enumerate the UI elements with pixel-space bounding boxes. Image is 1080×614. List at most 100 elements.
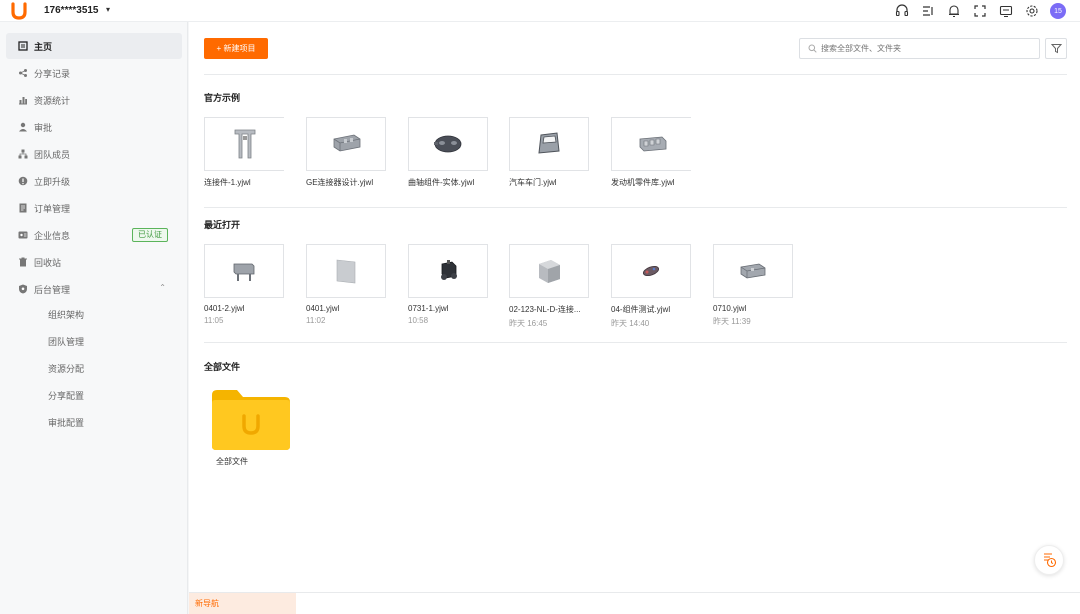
sidebar-item-label: 团队成员 — [34, 149, 71, 160]
file-name: 04-组件测试.yjwl — [611, 305, 671, 314]
file-thumbnail[interactable] — [204, 244, 284, 298]
main-content: + 新建项目 官方示例 连接件-1.yjwl GE连接器设计.yjwl — [189, 22, 1080, 592]
gear-icon[interactable] — [1022, 2, 1042, 20]
sidebar-subitem-org[interactable]: 组织架构 — [48, 308, 84, 321]
bottom-bar: 新导航 — [189, 592, 1080, 614]
part-rail-icon — [740, 263, 766, 279]
file-name: 0401-2.yjwl — [204, 304, 245, 313]
file-card[interactable]: 04-组件测试.yjwl 昨天 14:40 — [611, 244, 691, 329]
search-input[interactable] — [821, 44, 1031, 53]
file-thumbnail[interactable] — [611, 244, 691, 298]
sidebar-item-orders[interactable]: 订单管理 — [6, 195, 182, 221]
file-card[interactable]: 发动机零件库.yjwl — [611, 117, 691, 188]
part-connector-icon — [333, 134, 361, 152]
file-card[interactable]: GE连接器设计.yjwl — [306, 117, 386, 188]
sidebar-item-team[interactable]: 团队成员 — [6, 141, 182, 167]
file-thumbnail[interactable] — [713, 244, 793, 298]
file-thumbnail[interactable] — [204, 117, 284, 171]
fullscreen-icon[interactable] — [970, 2, 990, 20]
divider — [204, 74, 1067, 75]
part-bracket-icon — [234, 129, 255, 159]
file-card[interactable]: 0401-2.yjwl 11:05 — [204, 244, 284, 325]
enterprise-icon — [18, 231, 28, 239]
sidebar-item-label: 订单管理 — [34, 203, 71, 214]
file-card[interactable]: 0731-1.yjwl 10:58 — [408, 244, 488, 325]
new-project-button[interactable]: + 新建项目 — [204, 38, 268, 59]
search-box[interactable] — [799, 38, 1040, 59]
file-name: 02-123-NL-D-连接... — [509, 305, 581, 314]
sidebar-item-home[interactable]: 主页 — [6, 33, 182, 59]
file-name: 0401.yjwl — [306, 304, 340, 313]
part-car-door-icon — [538, 132, 560, 154]
sidebar-item-trash[interactable]: 回收站 — [6, 249, 182, 275]
sidebar-item-label: 回收站 — [34, 257, 62, 268]
file-card[interactable]: 汽车车门.yjwl — [509, 117, 589, 188]
sidebar-item-stats[interactable]: 资源统计 — [6, 87, 182, 113]
file-thumbnail[interactable] — [306, 117, 386, 171]
file-name: 发动机零件库.yjwl — [611, 178, 675, 187]
headset-icon[interactable] — [892, 2, 912, 20]
part-engine-icon — [639, 136, 666, 152]
avatar[interactable]: 15 — [1048, 2, 1068, 20]
part-block-icon — [233, 263, 255, 281]
file-thumbnail[interactable] — [509, 117, 589, 171]
sidebar-item-label: 立即升级 — [34, 176, 71, 187]
sidebar-subitem-share[interactable]: 分享配置 — [48, 389, 84, 402]
file-thumbnail[interactable] — [408, 117, 488, 171]
folder-name: 全部文件 — [216, 457, 248, 466]
history-button[interactable] — [1034, 545, 1064, 575]
screen-icon[interactable] — [996, 2, 1016, 20]
team-icon — [18, 149, 28, 159]
file-thumbnail[interactable] — [408, 244, 488, 298]
sidebar-item-share[interactable]: 分享记录 — [6, 60, 182, 86]
new-navigation-tab[interactable]: 新导航 — [189, 593, 296, 614]
divider — [204, 342, 1067, 343]
bell-icon[interactable] — [944, 2, 964, 20]
sidebar-item-enterprise[interactable]: 企业信息 已认证 — [6, 222, 182, 248]
section-title-examples: 官方示例 — [204, 93, 241, 103]
sidebar-item-label: 分享记录 — [34, 68, 71, 79]
top-icons: 15 — [886, 2, 1068, 20]
sidebar-item-label: 后台管理 — [34, 284, 71, 295]
sidebar-subitem-approval[interactable]: 审批配置 — [48, 416, 84, 429]
order-icon — [19, 203, 27, 213]
status-badge: 已认证 — [132, 228, 168, 242]
trash-icon — [19, 257, 27, 267]
sidebar: 主页 分享记录 资源统计 审批 团队成员 立即升级 订单管理 企业信息 已认证 … — [0, 22, 188, 614]
share-icon — [19, 69, 27, 77]
folder-icon[interactable] — [211, 389, 291, 451]
search-icon — [808, 44, 817, 53]
file-time: 11:05 — [204, 316, 224, 325]
sidebar-item-approval[interactable]: 审批 — [6, 114, 182, 140]
file-card[interactable]: 连接件-1.yjwl — [204, 117, 284, 188]
sidebar-item-admin[interactable]: 后台管理 ⌃ — [6, 276, 182, 302]
file-name: 连接件-1.yjwl — [204, 178, 251, 187]
list-icon[interactable] — [918, 2, 938, 20]
file-card[interactable]: 0710.yjwl 昨天 11:39 — [713, 244, 793, 327]
sidebar-item-label: 资源统计 — [34, 95, 71, 106]
chevron-up-icon[interactable]: ⌃ — [159, 283, 166, 292]
sidebar-item-label: 主页 — [34, 41, 53, 52]
top-bar: 176****3515 ▾ 15 — [0, 0, 1080, 22]
file-thumbnail[interactable] — [306, 244, 386, 298]
admin-icon — [19, 284, 27, 294]
file-card[interactable]: 0401.yjwl 11:02 — [306, 244, 386, 325]
filter-button[interactable] — [1045, 38, 1067, 59]
file-time: 昨天 11:39 — [713, 317, 751, 326]
account-name[interactable]: 176****3515 — [44, 5, 99, 16]
user-icon — [19, 122, 27, 132]
chevron-down-icon[interactable]: ▾ — [106, 5, 110, 14]
part-assembly-icon — [441, 260, 457, 280]
sidebar-item-upgrade[interactable]: 立即升级 — [6, 168, 182, 194]
part-crankshaft-icon — [434, 135, 462, 153]
file-card[interactable]: 02-123-NL-D-连接... 昨天 16:45 — [509, 244, 589, 329]
sidebar-subitem-team[interactable]: 团队管理 — [48, 335, 84, 348]
file-name: 0710.yjwl — [713, 304, 747, 313]
file-thumbnail[interactable] — [611, 117, 691, 171]
file-time: 10:58 — [408, 316, 429, 325]
sidebar-subitem-resource[interactable]: 资源分配 — [48, 362, 84, 375]
file-thumbnail[interactable] — [509, 244, 589, 298]
app-logo-icon[interactable] — [10, 2, 28, 20]
part-component-icon — [642, 265, 660, 277]
file-card[interactable]: 曲轴组件-实体.yjwl — [408, 117, 488, 188]
